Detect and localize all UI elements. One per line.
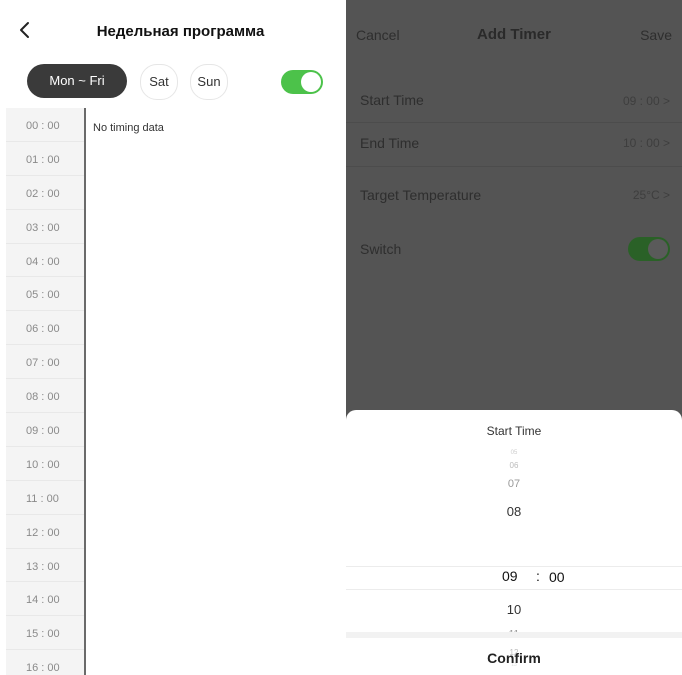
target-temperature-label: Target Temperature (360, 187, 482, 203)
selected-minute[interactable]: 00 (549, 569, 565, 585)
picker-item[interactable]: 10 (346, 602, 682, 617)
switch-toggle[interactable] (628, 237, 670, 261)
picker-item[interactable]: 07 (346, 478, 682, 490)
header: Cancel Add Timer Save (346, 0, 682, 60)
end-time-row[interactable]: End Time 10 : 00 > (346, 122, 682, 167)
start-time-row[interactable]: Start Time 09 : 00 > (346, 78, 682, 123)
picker-item[interactable]: 05 (346, 450, 682, 456)
tab-saturday[interactable]: Sat (140, 64, 178, 100)
switch-label: Switch (360, 241, 402, 257)
target-temperature-row[interactable]: Target Temperature 25°C > (346, 166, 682, 221)
hour-minute-picker[interactable]: 05 06 07 08 09 : 00 10 11 12 13 (346, 446, 682, 668)
hour-label: 04 : 00 (6, 244, 84, 278)
hour-label: 00 : 00 (6, 108, 84, 142)
tab-weekdays[interactable]: Mon ~ Fri (27, 64, 127, 98)
toggle-knob (301, 72, 321, 92)
hour-label: 08 : 00 (6, 379, 84, 414)
picker-item[interactable]: 06 (346, 461, 682, 470)
hour-column: 00 : 00 01 : 00 02 : 00 03 : 00 04 : 00 05 : … (6, 108, 84, 675)
target-temperature-value: 25°C > (632, 188, 670, 202)
header: Недельная программа (0, 0, 343, 60)
hour-label: 01 : 00 (6, 142, 84, 176)
end-time-value: 10 : 00 > (622, 136, 670, 150)
switch-row: Switch (346, 225, 682, 275)
time-picker-sheet: Start Time 05 06 07 08 09 : 00 10 11 12 … (346, 410, 682, 675)
add-timer-panel: Cancel Add Timer Save Start Time 09 : 00… (346, 0, 682, 675)
start-time-label: Start Time (360, 92, 424, 108)
hour-label: 06 : 00 (6, 311, 84, 346)
empty-state-text: No timing data (93, 122, 164, 134)
program-enable-toggle[interactable] (281, 70, 323, 94)
hour-label: 13 : 00 (6, 549, 84, 583)
confirm-button[interactable]: Confirm (346, 650, 682, 666)
hour-label: 14 : 00 (6, 582, 84, 617)
hour-label: 15 : 00 (6, 616, 84, 651)
selected-hour[interactable]: 09 (502, 568, 518, 584)
timeline: 00 : 00 01 : 00 02 : 00 03 : 00 04 : 00 05 : … (6, 108, 343, 675)
sheet-separator (346, 632, 682, 638)
timing-area[interactable]: No timing data (86, 108, 343, 675)
hour-label: 07 : 00 (6, 345, 84, 380)
hour-label: 12 : 00 (6, 515, 84, 549)
weekly-program-panel: Недельная программа Mon ~ Fri Sat Sun 00… (0, 0, 343, 675)
picker-title: Start Time (486, 424, 542, 438)
tab-sunday[interactable]: Sun (190, 64, 228, 100)
end-time-label: End Time (360, 135, 420, 151)
save-button[interactable]: Save (640, 27, 672, 43)
hour-label: 09 : 00 (6, 413, 84, 447)
hour-label: 05 : 00 (6, 277, 84, 312)
hour-label: 03 : 00 (6, 210, 84, 244)
hour-label: 16 : 00 (6, 650, 84, 675)
page-title: Add Timer (477, 26, 551, 43)
start-time-value: 09 : 00 > (622, 94, 670, 108)
picker-item[interactable]: 08 (346, 504, 682, 519)
hour-label: 10 : 00 (6, 447, 84, 481)
time-separator: : (536, 568, 540, 584)
hour-label: 11 : 00 (6, 481, 84, 515)
page-title: Недельная программа (96, 23, 265, 40)
toggle-knob (648, 239, 668, 259)
hour-label: 02 : 00 (6, 176, 84, 210)
